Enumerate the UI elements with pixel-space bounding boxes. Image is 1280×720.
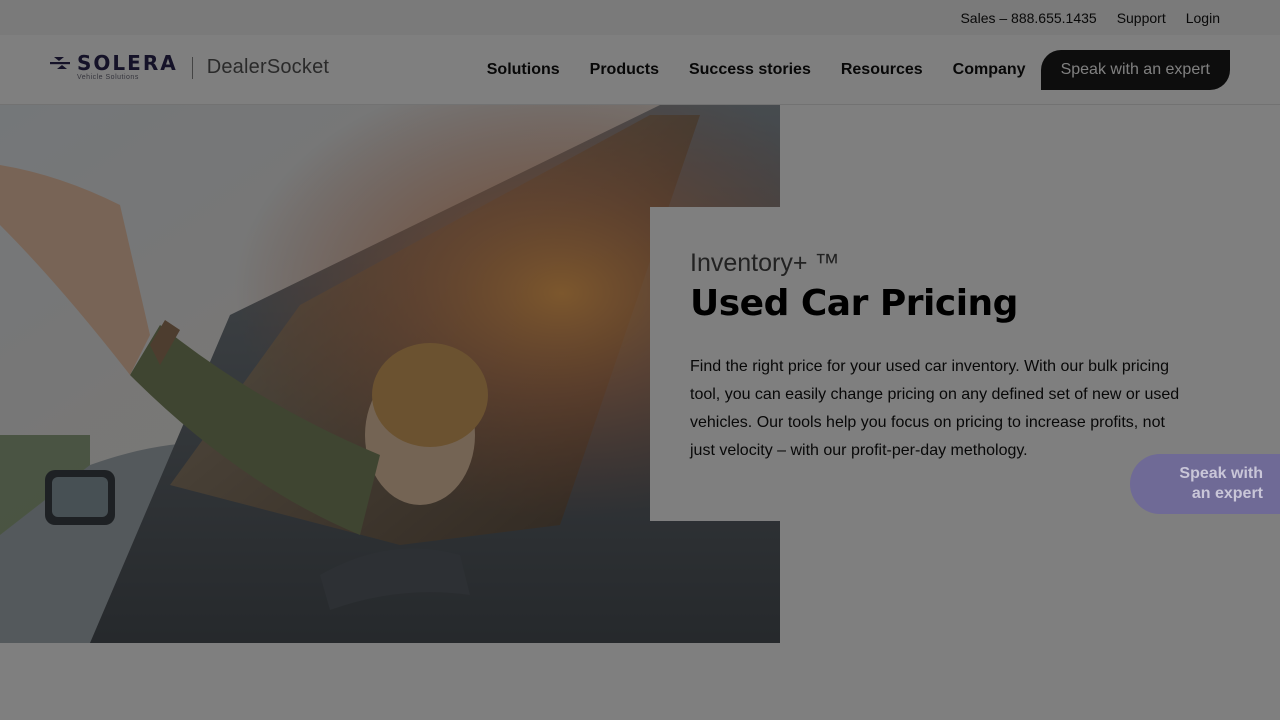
product-intro-card: Inventory+ ™ Used Car Pricing Find the r…: [650, 207, 1210, 521]
primary-nav: Solutions Products Success stories Resou…: [487, 50, 1230, 90]
floating-cta-line-1: Speak with: [1179, 465, 1263, 482]
nav-item-resources[interactable]: Resources: [841, 50, 923, 90]
main-navbar: SOLERA Vehicle Solutions DealerSocket So…: [0, 35, 1280, 105]
speak-with-expert-button[interactable]: Speak with an expert: [1040, 50, 1230, 90]
page-title: Used Car Pricing: [690, 283, 1018, 324]
login-link[interactable]: Login: [1186, 10, 1220, 26]
floating-speak-with-expert-button[interactable]: Speak with an expert: [1130, 454, 1280, 514]
logo-divider: [191, 56, 193, 79]
support-link[interactable]: Support: [1117, 10, 1166, 26]
floating-cta-line-2: an expert: [1191, 485, 1263, 502]
nav-item-products[interactable]: Products: [590, 50, 659, 90]
dealersocket-wordmark: DealerSocket: [206, 56, 330, 78]
nav-item-solutions[interactable]: Solutions: [487, 50, 560, 90]
solera-logo: SOLERA Vehicle Solutions: [50, 53, 178, 82]
solera-wordmark: SOLERA: [77, 51, 178, 75]
nav-item-company[interactable]: Company: [953, 50, 1026, 90]
product-eyebrow: Inventory+ ™: [690, 249, 840, 277]
nav-item-success-stories[interactable]: Success stories: [689, 50, 811, 90]
product-description: Find the right price for your used car i…: [690, 358, 1180, 459]
site-logo[interactable]: SOLERA Vehicle Solutions DealerSocket: [50, 53, 329, 82]
solera-logo-icon: [50, 57, 70, 69]
solera-tagline: Vehicle Solutions: [77, 74, 139, 81]
sales-phone-link[interactable]: Sales – 888.655.1435: [960, 10, 1096, 26]
utility-bar: Sales – 888.655.1435 Support Login: [0, 0, 1280, 35]
